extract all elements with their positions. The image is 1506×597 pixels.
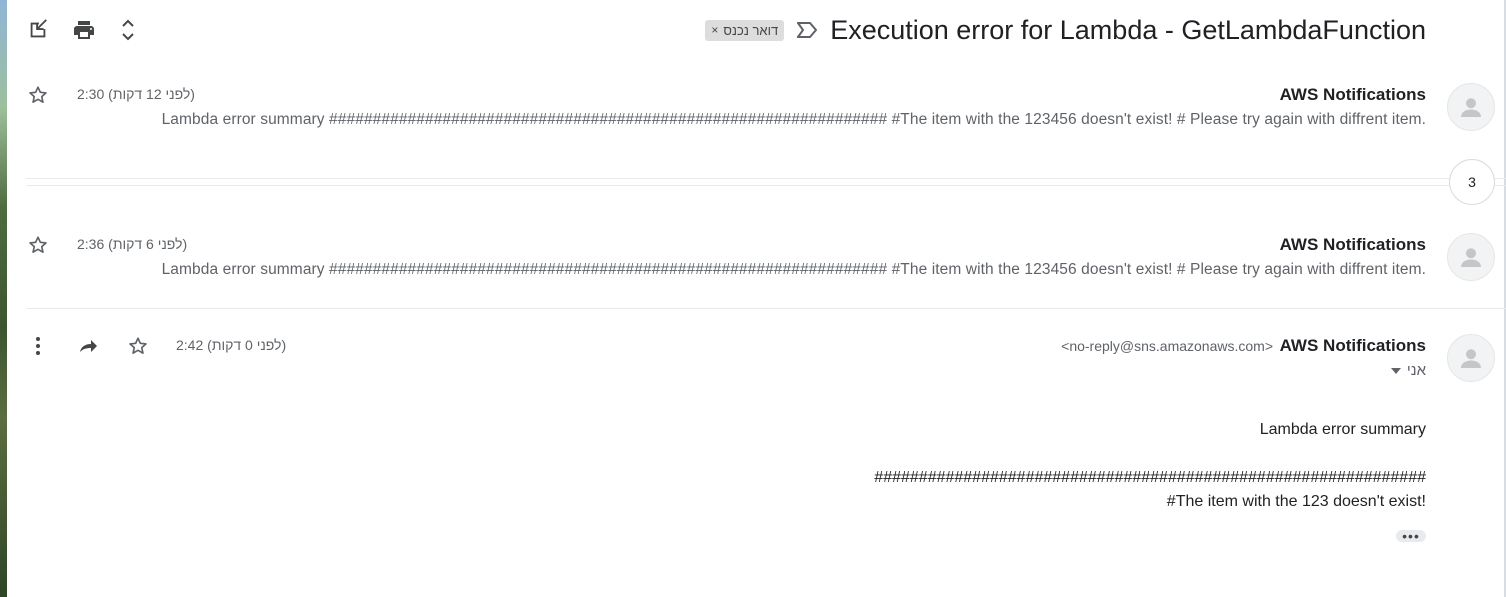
email-thread-view: × דואר נכנס Execution error for Lambda -… [0, 0, 1506, 597]
thread-subject-row: × דואר נכנס Execution error for Lambda -… [705, 12, 1426, 48]
star-icon[interactable] [26, 233, 50, 257]
collapsed-divider [26, 185, 1506, 186]
show-trimmed-content-button[interactable]: ••• [1396, 529, 1426, 543]
print-icon[interactable] [72, 18, 96, 42]
remove-label-icon[interactable]: × [711, 23, 718, 37]
recipient-label: אני [1406, 362, 1426, 379]
message-timestamp: 2:36 (לפני 6 דקות) [77, 236, 188, 252]
message-timestamp: 2:42 (לפני 0 דקות) [176, 337, 287, 353]
collapsed-divider [26, 178, 1506, 179]
star-icon[interactable] [26, 83, 50, 107]
message-snippet[interactable]: Lambda error summary ###################… [162, 261, 1426, 279]
thread-subject-title: Execution error for Lambda - GetLambdaFu… [830, 14, 1426, 45]
more-options-icon[interactable] [26, 334, 50, 358]
label-chip-text: דואר נכנס [723, 22, 779, 38]
sender-name[interactable]: AWS Notifications [1280, 85, 1426, 105]
message-snippet[interactable]: Lambda error summary ###################… [162, 111, 1426, 129]
avatar[interactable] [1447, 233, 1495, 281]
chevron-down-icon [1390, 367, 1401, 374]
open-in-new-window-icon[interactable] [26, 18, 50, 42]
desktop-wallpaper-edge [0, 0, 7, 597]
avatar[interactable] [1447, 334, 1495, 382]
message-divider [26, 308, 1506, 309]
importance-marker-icon[interactable] [796, 21, 818, 39]
star-icon[interactable] [126, 334, 150, 358]
expand-collapse-icon[interactable] [116, 18, 140, 42]
collapsed-messages-count[interactable]: 3 [1449, 159, 1495, 205]
message-timestamp: 2:30 (לפני 12 דקות) [77, 86, 195, 102]
message-body-line: Lambda error summary [1259, 421, 1426, 438]
sender-name[interactable]: AWS Notifications [1280, 336, 1426, 356]
label-chip-inbox[interactable]: × דואר נכנס [705, 19, 785, 41]
recipient-details-toggle[interactable]: אני [1390, 362, 1426, 379]
message-body-line: #The item with the 123 doesn't exist! [1166, 493, 1426, 510]
avatar[interactable] [1447, 83, 1495, 131]
sender-email: <no-reply@sns.amazonaws.com> [1061, 338, 1273, 354]
forward-icon[interactable] [76, 334, 100, 358]
sender-name[interactable]: AWS Notifications [1280, 235, 1426, 255]
message-body-line: ########################################… [874, 469, 1426, 486]
